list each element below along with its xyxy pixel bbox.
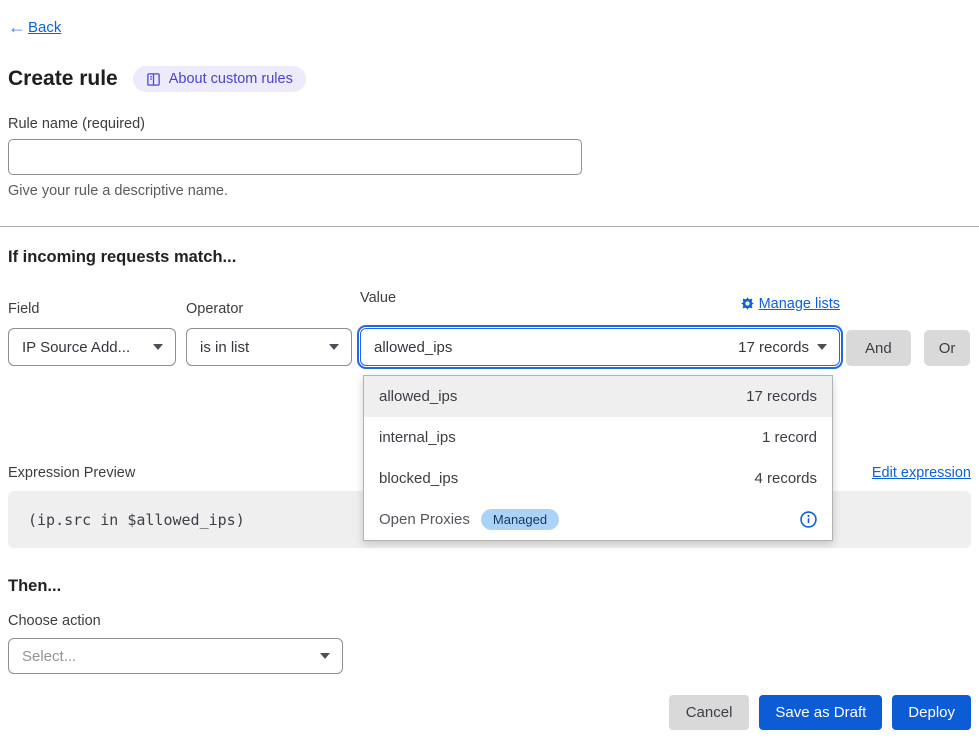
value-label: Value: [360, 290, 396, 306]
chevron-down-icon: [320, 653, 330, 659]
deploy-button[interactable]: Deploy: [892, 695, 971, 730]
save-as-draft-button[interactable]: Save as Draft: [759, 695, 882, 730]
edit-expression-link[interactable]: Edit expression: [872, 465, 971, 481]
operator-select[interactable]: is in list: [186, 328, 352, 366]
gear-icon: [741, 297, 754, 310]
list-option-name: blocked_ips: [379, 470, 458, 487]
expression-preview-label: Expression Preview: [8, 465, 135, 481]
manage-lists-label: Manage lists: [759, 296, 840, 312]
match-heading: If incoming requests match...: [8, 248, 971, 267]
info-icon[interactable]: [800, 511, 817, 528]
or-button[interactable]: Or: [924, 330, 971, 366]
list-option-name: allowed_ips: [379, 388, 457, 405]
back-link[interactable]: ←Back: [8, 18, 971, 36]
value-select[interactable]: allowed_ips 17 records: [360, 328, 840, 366]
rule-name-helper: Give your rule a descriptive name.: [8, 183, 971, 199]
chevron-down-icon: [817, 344, 827, 350]
chevron-down-icon: [329, 344, 339, 350]
list-option-count: 17 records: [746, 388, 817, 405]
list-option-internal-ips[interactable]: internal_ips 1 record: [364, 417, 832, 458]
field-label: Field: [8, 301, 176, 317]
value-select-name: allowed_ips: [374, 339, 452, 356]
managed-badge: Managed: [481, 509, 559, 530]
value-select-count: 17 records: [738, 339, 809, 356]
back-link-label: Back: [28, 19, 61, 36]
field-select[interactable]: IP Source Add...: [8, 328, 176, 366]
about-custom-rules-label: About custom rules: [169, 71, 293, 87]
action-select-placeholder: Select...: [22, 648, 76, 665]
operator-label: Operator: [186, 301, 352, 317]
field-select-value: IP Source Add...: [22, 339, 130, 356]
list-option-count: 4 records: [754, 470, 817, 487]
book-icon: [146, 72, 161, 87]
list-option-name: internal_ips: [379, 429, 456, 446]
list-dropdown: allowed_ips 17 records internal_ips 1 re…: [363, 375, 833, 541]
back-arrow-icon: ←: [8, 18, 26, 36]
list-option-blocked-ips[interactable]: blocked_ips 4 records: [364, 458, 832, 499]
action-select[interactable]: Select...: [8, 638, 343, 674]
page-title: Create rule: [8, 67, 118, 91]
operator-select-value: is in list: [200, 339, 249, 356]
rule-name-label: Rule name (required): [8, 116, 971, 132]
list-option-open-proxies[interactable]: Open Proxies Managed: [364, 499, 832, 540]
about-custom-rules-link[interactable]: About custom rules: [133, 66, 306, 92]
manage-lists-link[interactable]: Manage lists: [741, 296, 840, 312]
section-divider: [0, 226, 979, 227]
list-option-count: 1 record: [762, 429, 817, 446]
and-button[interactable]: And: [846, 330, 911, 366]
expression-code: (ip.src in $allowed_ips): [28, 511, 245, 529]
chevron-down-icon: [153, 344, 163, 350]
rule-name-input[interactable]: [8, 139, 582, 175]
list-option-name: Open Proxies: [379, 511, 470, 528]
list-option-allowed-ips[interactable]: allowed_ips 17 records: [364, 376, 832, 417]
cancel-button[interactable]: Cancel: [669, 695, 750, 730]
create-rule-page: ←Back Create rule About custom rules Rul…: [0, 0, 979, 739]
then-heading: Then...: [8, 577, 971, 596]
choose-action-label: Choose action: [8, 613, 971, 629]
